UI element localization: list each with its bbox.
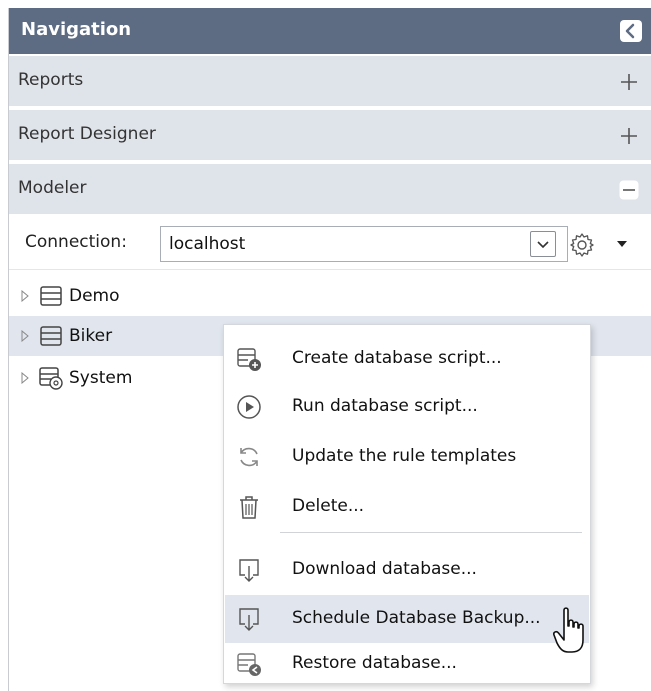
menu-item-create-database-script[interactable]: Create database script... (225, 335, 589, 383)
system-database-icon (39, 367, 63, 390)
context-menu: Create database script... Run database s… (223, 324, 591, 684)
restore-icon (237, 653, 261, 676)
chevron-down-icon (537, 241, 549, 249)
hand-cursor-icon (553, 607, 584, 653)
section-report-designer-label: Report Designer (18, 124, 156, 144)
plus-icon[interactable] (619, 126, 639, 146)
chevron-left-icon (625, 23, 635, 39)
navigation-title: Navigation (21, 19, 132, 40)
menu-separator (280, 532, 582, 533)
section-modeler-label: Modeler (18, 178, 87, 198)
section-report-designer[interactable]: Report Designer (9, 108, 651, 160)
expand-arrow-icon[interactable] (19, 372, 31, 384)
play-circle-icon (237, 395, 261, 419)
navigation-header: Navigation (9, 8, 651, 54)
caret-down-icon[interactable] (616, 240, 628, 248)
tree-item-label: Biker (69, 326, 113, 346)
expand-arrow-icon[interactable] (19, 330, 31, 342)
plus-icon[interactable] (619, 72, 639, 92)
menu-item-label: Download database... (292, 559, 477, 579)
menu-item-update-rule-templates[interactable]: Update the rule templates (225, 433, 589, 481)
menu-item-label: Run database script... (292, 396, 478, 416)
trash-icon (240, 496, 258, 519)
menu-item-restore-database[interactable]: Restore database... (225, 640, 589, 688)
connection-label: Connection: (25, 232, 127, 252)
minus-icon[interactable] (619, 180, 639, 200)
tree-item-label: System (69, 368, 133, 388)
menu-item-label: Restore database... (292, 653, 457, 673)
tree-item-label: Demo (69, 286, 120, 306)
menu-item-label: Update the rule templates (292, 446, 517, 466)
connection-value: localhost (169, 234, 246, 254)
connection-select[interactable]: localhost (160, 226, 568, 262)
menu-item-download-database[interactable]: Download database... (225, 546, 589, 594)
download-icon (239, 559, 259, 582)
database-icon (40, 286, 62, 306)
expand-arrow-icon[interactable] (19, 290, 31, 302)
gear-icon[interactable] (569, 232, 595, 258)
connection-dropdown-button[interactable] (530, 231, 556, 257)
menu-item-delete[interactable]: Delete... (225, 483, 589, 531)
menu-item-run-database-script[interactable]: Run database script... (225, 383, 589, 431)
create-script-icon (237, 348, 261, 371)
menu-item-schedule-database-backup[interactable]: Schedule Database Backup... (225, 595, 589, 643)
section-reports[interactable]: Reports (9, 54, 651, 106)
connection-row: Connection: localhost (9, 218, 651, 270)
download-icon (239, 608, 259, 631)
section-modeler[interactable]: Modeler (9, 162, 651, 214)
database-icon (40, 326, 62, 346)
menu-item-label: Delete... (292, 496, 365, 516)
section-reports-label: Reports (18, 70, 84, 90)
menu-item-label: Create database script... (292, 348, 502, 368)
refresh-icon (240, 447, 258, 467)
menu-item-label: Schedule Database Backup... (292, 608, 541, 628)
tree-item-demo[interactable]: Demo (9, 276, 651, 316)
collapse-navigation-button[interactable] (620, 20, 642, 42)
